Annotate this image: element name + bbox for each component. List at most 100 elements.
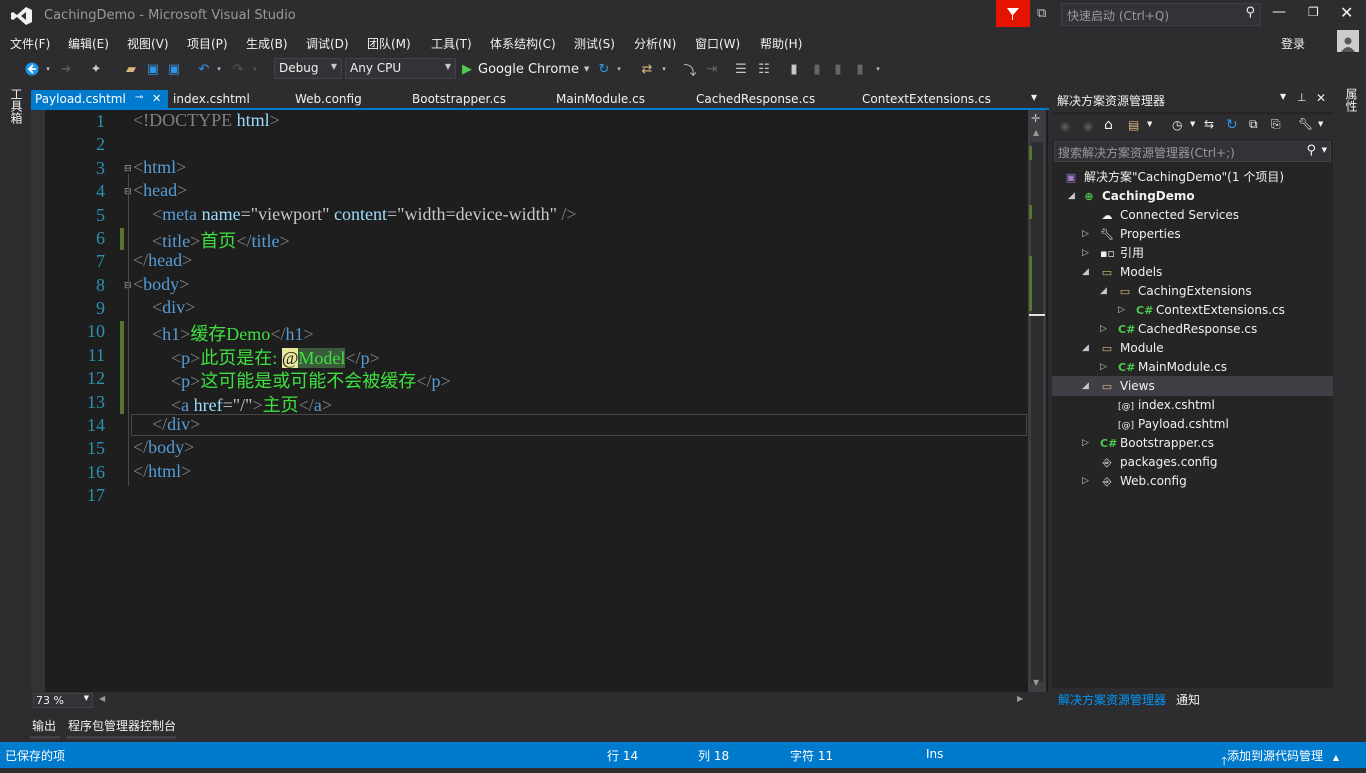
show-all-files-icon[interactable]: ⎘ xyxy=(1271,117,1281,132)
properties-wrench-icon[interactable]: 🔧︎ xyxy=(1298,117,1313,131)
collapsed-arrow-icon[interactable]: ▷ xyxy=(1082,229,1089,239)
redo-dropdown-icon[interactable]: ▾ xyxy=(251,59,259,79)
scroll-down-icon[interactable]: ▼ xyxy=(1033,678,1039,687)
start-run-button[interactable]: ▶ Google Chrome ▼ xyxy=(462,59,592,79)
window-position-icon[interactable]: ▼ xyxy=(1280,92,1286,101)
close-button[interactable]: ✕ xyxy=(1340,3,1353,22)
back-icon[interactable]: ◉ xyxy=(1060,119,1070,133)
tree-file-contextextensions[interactable]: C# ContextExtensions.cs xyxy=(1136,301,1285,320)
menu-window[interactable]: 窗口(W) xyxy=(695,35,740,52)
notifications-icon[interactable]: ⧉ xyxy=(1037,6,1046,21)
switch-views-icon[interactable]: ▤ xyxy=(1128,118,1139,132)
chevron-down-icon[interactable]: ▼ xyxy=(1147,120,1152,128)
tree-file-mainmodule[interactable]: C# MainModule.cs xyxy=(1118,358,1227,377)
expanded-arrow-icon[interactable]: ◢ xyxy=(1082,381,1089,391)
close-tab-icon[interactable]: ✕ xyxy=(152,92,161,105)
menu-edit[interactable]: 编辑(E) xyxy=(68,35,109,52)
tree-folder-cachingextensions[interactable]: ▭ CachingExtensions xyxy=(1118,282,1252,301)
signin-link[interactable]: 登录 xyxy=(1281,35,1305,52)
tree-references[interactable]: ▪▫ 引用 xyxy=(1100,244,1144,263)
menu-project[interactable]: 项目(P) xyxy=(187,35,228,52)
collapsed-arrow-icon[interactable]: ▷ xyxy=(1082,476,1089,486)
redo-icon[interactable]: ↷ xyxy=(230,59,246,79)
browser-link-dropdown-icon[interactable]: ▾ xyxy=(660,59,668,79)
code-editor[interactable]: 1 2 3 4 5 6 7 8 9 10 11 12 13 14 15 16 1… xyxy=(31,110,1048,692)
properties-tab[interactable]: 属性 xyxy=(1343,88,1360,112)
tree-folder-module[interactable]: ▭ Module xyxy=(1100,339,1164,358)
save-icon[interactable]: ▣ xyxy=(145,59,161,79)
tab-bootstrapper-cs[interactable]: Bootstrapper.cs xyxy=(408,90,506,110)
menu-analyze[interactable]: 分析(N) xyxy=(634,35,676,52)
menu-architecture[interactable]: 体系结构(C) xyxy=(490,35,556,52)
collapsed-arrow-icon[interactable]: ▷ xyxy=(1082,438,1089,448)
tree-file-index-cshtml[interactable]: [@] index.cshtml xyxy=(1118,396,1215,415)
refresh-dropdown-icon[interactable]: ▾ xyxy=(615,59,623,79)
solution-configuration-dropdown[interactable]: Debug ▼ xyxy=(274,58,342,79)
tree-folder-views[interactable]: ▭ Views xyxy=(1100,377,1155,396)
menu-help[interactable]: 帮助(H) xyxy=(760,35,802,52)
pin-icon[interactable]: ⊥ xyxy=(1297,91,1307,104)
refresh-browser-icon[interactable]: ↻ xyxy=(596,59,612,79)
scroll-thumb[interactable] xyxy=(1031,142,1043,682)
tab-output[interactable]: 输出 xyxy=(32,717,56,734)
tree-file-cachedresponse[interactable]: C# CachedResponse.cs xyxy=(1118,320,1257,339)
account-avatar-icon[interactable] xyxy=(1337,30,1359,52)
browser-link-icon[interactable]: ⇄ xyxy=(638,59,656,79)
scroll-left-icon[interactable]: ◀ xyxy=(99,694,105,703)
menu-team[interactable]: 团队(M) xyxy=(367,35,411,52)
pin-icon[interactable]: ⊸ xyxy=(135,92,143,103)
save-all-icon[interactable]: ▣ xyxy=(166,59,182,79)
next-bookmark-icon[interactable]: ▮ xyxy=(830,59,846,79)
chevron-down-icon[interactable]: ▼ xyxy=(1318,120,1323,128)
quick-launch-input[interactable]: 快速启动 (Ctrl+Q) ⚲ xyxy=(1061,3,1261,26)
undo-dropdown-icon[interactable]: ▾ xyxy=(215,59,223,79)
back-icon[interactable] xyxy=(24,59,40,79)
menu-debug[interactable]: 调试(D) xyxy=(306,35,349,52)
tree-file-web-config[interactable]: ⎆ Web.config xyxy=(1100,472,1187,491)
collapsed-arrow-icon[interactable]: ▷ xyxy=(1082,248,1089,258)
toolbox-tab[interactable]: 工具箱 xyxy=(8,88,25,124)
collapsed-arrow-icon[interactable]: ▷ xyxy=(1118,305,1125,315)
minimize-button[interactable]: — xyxy=(1272,4,1286,20)
split-editor-icon[interactable]: ✛ xyxy=(1031,112,1040,125)
tab-solution-explorer[interactable]: 解决方案资源管理器 xyxy=(1058,691,1166,708)
menu-file[interactable]: 文件(F) xyxy=(10,35,50,52)
home-icon[interactable]: ⌂ xyxy=(1104,117,1113,133)
sync-with-document-icon[interactable]: ⇆ xyxy=(1204,117,1214,131)
tab-notifications[interactable]: 通知 xyxy=(1176,691,1200,708)
collapse-all-icon[interactable]: ⧉ xyxy=(1249,117,1258,132)
prev-bookmark-icon[interactable]: ▮ xyxy=(809,59,825,79)
tab-web-config[interactable]: Web.config xyxy=(291,90,362,110)
back-dropdown-icon[interactable]: ▾ xyxy=(44,59,52,79)
tree-file-packages-config[interactable]: ⎆ packages.config xyxy=(1100,453,1218,472)
forward-icon[interactable]: ◉ xyxy=(1083,119,1093,133)
vertical-scrollbar[interactable]: ✛ ▲ ▼ xyxy=(1028,110,1046,692)
collapse-icon[interactable]: ⊟ xyxy=(124,164,132,174)
tab-payload-cshtml[interactable]: Payload.cshtml ⊸ ✕ xyxy=(31,90,168,110)
tab-overflow-icon[interactable]: ▾ xyxy=(1031,90,1037,104)
uncomment-lines-icon[interactable]: ☷ xyxy=(756,59,772,79)
collapsed-arrow-icon[interactable]: ▷ xyxy=(1100,362,1107,372)
tab-package-manager-console[interactable]: 程序包管理器控制台 xyxy=(68,717,176,734)
expanded-arrow-icon[interactable]: ◢ xyxy=(1082,343,1089,353)
tab-index-cshtml[interactable]: index.cshtml xyxy=(169,90,250,110)
tree-file-payload-cshtml[interactable]: [@] Payload.cshtml xyxy=(1118,415,1229,434)
menu-view[interactable]: 视图(V) xyxy=(127,35,169,52)
expanded-arrow-icon[interactable]: ◢ xyxy=(1082,267,1089,277)
toolbar-overflow-icon[interactable]: ▾ xyxy=(874,59,882,79)
step-over-icon[interactable]: ⇥ xyxy=(704,59,720,79)
tree-project-node[interactable]: ⊕ CachingDemo xyxy=(1082,187,1194,206)
feedback-icon[interactable] xyxy=(996,0,1030,27)
tab-mainmodule-cs[interactable]: MainModule.cs xyxy=(552,90,645,110)
tree-folder-models[interactable]: ▭ Models xyxy=(1100,263,1162,282)
new-project-icon[interactable]: ✦ xyxy=(88,59,104,79)
menu-build[interactable]: 生成(B) xyxy=(246,35,288,52)
tab-contextextensions-cs[interactable]: ContextExtensions.cs xyxy=(858,90,991,110)
tree-file-bootstrapper[interactable]: C# Bootstrapper.cs xyxy=(1100,434,1214,453)
restore-button[interactable]: ❐ xyxy=(1308,5,1319,19)
expanded-arrow-icon[interactable]: ◢ xyxy=(1068,191,1075,201)
collapsed-arrow-icon[interactable]: ▷ xyxy=(1100,324,1107,334)
scroll-up-icon[interactable]: ▲ xyxy=(1033,128,1039,137)
zoom-dropdown[interactable]: 73 % ▼ xyxy=(33,693,93,708)
refresh-icon[interactable]: ↻ xyxy=(1226,117,1238,133)
